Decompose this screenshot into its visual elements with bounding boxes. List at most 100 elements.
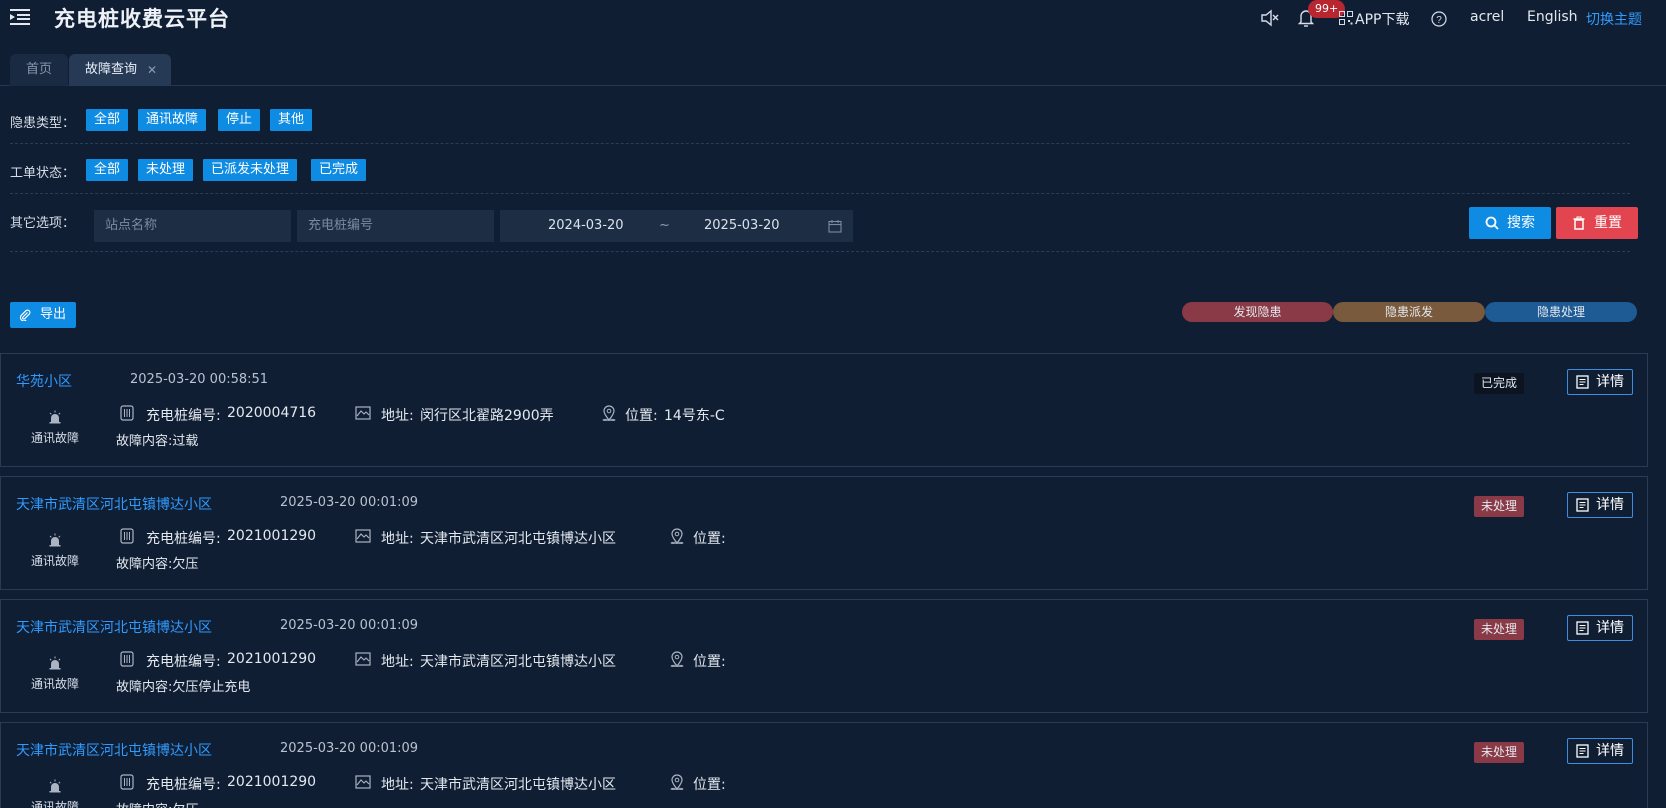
address-label: 地址: bbox=[381, 777, 414, 793]
document-icon bbox=[1576, 498, 1589, 512]
date-start[interactable]: 2024-03-20 bbox=[548, 210, 624, 242]
status-badge: 未处理 bbox=[1474, 619, 1525, 640]
hazard-type-label: 隐患类型： bbox=[10, 116, 76, 131]
help-icon[interactable]: ? bbox=[1431, 11, 1447, 27]
record-time: 2025-03-20 00:01:09 bbox=[280, 618, 419, 633]
tab-home[interactable]: 首页 bbox=[10, 54, 68, 86]
hazard-type-comm-fault[interactable]: 通讯故障 bbox=[138, 109, 207, 131]
order-status-completed[interactable]: 已完成 bbox=[311, 159, 367, 181]
station-name-link[interactable]: 天津市武清区河北屯镇博达小区 bbox=[16, 494, 212, 514]
order-status-filter: 工单状态： 全部 未处理 已派发未处理 已完成 bbox=[10, 154, 1630, 194]
search-button[interactable]: 搜索 bbox=[1469, 207, 1551, 239]
pile-number-label: 充电桩编号: bbox=[146, 531, 221, 547]
status-badge: 已完成 bbox=[1474, 373, 1525, 394]
location-pin-icon bbox=[670, 774, 684, 790]
legend-found-hazard: 发现隐患 bbox=[1182, 302, 1333, 322]
charging-pile-icon bbox=[120, 528, 134, 544]
detail-button[interactable]: 详情 bbox=[1567, 492, 1633, 518]
station-name-input[interactable]: 站点名称 bbox=[94, 210, 291, 242]
detail-button-label: 详情 bbox=[1596, 497, 1624, 513]
charging-pile-icon bbox=[120, 774, 134, 790]
paperclip-icon bbox=[19, 309, 31, 321]
record-time: 2025-03-20 00:58:51 bbox=[130, 372, 269, 387]
hazard-type-filter: 隐患类型： 全部 通讯故障 停止 其他 bbox=[10, 104, 1630, 144]
status-badge: 未处理 bbox=[1474, 496, 1525, 517]
hazard-type-stop[interactable]: 停止 bbox=[218, 109, 261, 131]
pile-number-label: 充电桩编号: bbox=[146, 654, 221, 670]
reset-button-label: 重置 bbox=[1594, 215, 1622, 231]
language-switch[interactable]: English bbox=[1527, 9, 1578, 25]
detail-button[interactable]: 详情 bbox=[1567, 615, 1633, 641]
fault-content: 故障内容:欠压停止充电 bbox=[116, 680, 251, 695]
export-button[interactable]: 导出 bbox=[10, 302, 76, 328]
export-button-label: 导出 bbox=[40, 307, 67, 322]
alarm-icon bbox=[49, 533, 61, 547]
detail-button[interactable]: 详情 bbox=[1567, 369, 1633, 395]
position-label: 位置: bbox=[625, 408, 658, 424]
hazard-type-all[interactable]: 全部 bbox=[86, 109, 129, 131]
position-label: 位置: bbox=[693, 654, 726, 670]
date-separator: ~ bbox=[659, 218, 670, 233]
status-badge: 未处理 bbox=[1474, 742, 1525, 763]
order-status-dispatched[interactable]: 已派发未处理 bbox=[203, 159, 298, 181]
close-icon[interactable]: ✕ bbox=[147, 54, 157, 86]
app-download-link[interactable]: APP下载 bbox=[1355, 9, 1409, 29]
tab-fault-query-label: 故障查询 bbox=[85, 62, 138, 77]
station-name-link[interactable]: 华苑小区 bbox=[16, 371, 72, 391]
fault-content: 故障内容:过载 bbox=[116, 434, 199, 449]
menu-collapse-icon[interactable] bbox=[10, 8, 30, 26]
station-name-link[interactable]: 天津市武清区河北屯镇博达小区 bbox=[16, 617, 212, 637]
map-icon bbox=[355, 406, 371, 420]
map-icon bbox=[355, 652, 371, 666]
document-icon bbox=[1576, 621, 1589, 635]
fault-record-card: 天津市武清区河北屯镇博达小区 2025-03-20 00:01:09 通讯故障 充电桩… bbox=[0, 476, 1648, 590]
order-status-all[interactable]: 全部 bbox=[86, 159, 129, 181]
map-icon bbox=[355, 529, 371, 543]
hazard-type-other[interactable]: 其他 bbox=[270, 109, 313, 131]
position-value: 14号东-C bbox=[664, 408, 725, 424]
address-label: 地址: bbox=[381, 654, 414, 670]
address-value: 闵行区北翟路2900弄 bbox=[420, 408, 554, 424]
pile-number-value: 2021001290 bbox=[227, 528, 317, 544]
detail-button[interactable]: 详情 bbox=[1567, 738, 1633, 764]
station-name-link[interactable]: 天津市武清区河北屯镇博达小区 bbox=[16, 740, 212, 760]
pile-number-label: 充电桩编号: bbox=[146, 777, 221, 793]
location-pin-icon bbox=[602, 405, 616, 421]
mute-icon[interactable] bbox=[1260, 9, 1280, 27]
fault-type: 通讯故障 bbox=[31, 800, 80, 808]
document-icon bbox=[1576, 744, 1589, 758]
fault-type: 通讯故障 bbox=[31, 554, 80, 568]
fault-record-card: 天津市武清区河北屯镇博达小区 2025-03-20 00:01:09 通讯故障 充电桩… bbox=[0, 722, 1648, 808]
user-name[interactable]: acrel bbox=[1470, 9, 1504, 25]
pile-number-value: 2020004716 bbox=[227, 405, 317, 421]
date-range-picker[interactable]: 2024-03-20 ~ 2025-03-20 bbox=[500, 210, 853, 242]
tab-fault-query[interactable]: 故障查询 ✕ bbox=[69, 54, 171, 86]
theme-switch-link[interactable]: 切换主题 bbox=[1586, 9, 1642, 29]
alarm-icon bbox=[49, 779, 61, 793]
reset-button[interactable]: 重置 bbox=[1556, 207, 1638, 239]
legend-hazard-handling: 隐患处理 bbox=[1485, 302, 1637, 322]
search-icon bbox=[1485, 216, 1499, 230]
date-end[interactable]: 2025-03-20 bbox=[704, 210, 780, 242]
location-pin-icon bbox=[670, 651, 684, 667]
record-time: 2025-03-20 00:01:09 bbox=[280, 741, 419, 756]
qrcode-icon bbox=[1339, 11, 1353, 25]
fault-type: 通讯故障 bbox=[31, 677, 80, 691]
calendar-icon bbox=[828, 220, 842, 233]
position-label: 位置: bbox=[693, 777, 726, 793]
search-button-label: 搜索 bbox=[1507, 215, 1535, 231]
fault-content: 故障内容:欠压 bbox=[116, 557, 199, 572]
address-label: 地址: bbox=[381, 408, 414, 424]
fault-content: 故障内容:欠压 bbox=[116, 799, 198, 808]
pile-number-value: 2021001290 bbox=[227, 651, 317, 667]
legend-hazard-dispatch: 隐患派发 bbox=[1333, 302, 1485, 322]
fault-record-card: 华苑小区 2025-03-20 00:58:51 通讯故障 充电桩编号: 2020004… bbox=[0, 353, 1648, 467]
pile-number-label: 充电桩编号: bbox=[146, 408, 221, 424]
detail-button-label: 详情 bbox=[1596, 620, 1624, 636]
location-pin-icon bbox=[670, 528, 684, 544]
pile-number-input[interactable]: 充电桩编号 bbox=[297, 210, 494, 242]
order-status-unprocessed[interactable]: 未处理 bbox=[138, 159, 194, 181]
app-title: 充电桩收费云平台 bbox=[54, 7, 230, 31]
detail-button-label: 详情 bbox=[1596, 374, 1624, 390]
record-time: 2025-03-20 00:01:09 bbox=[280, 495, 419, 510]
